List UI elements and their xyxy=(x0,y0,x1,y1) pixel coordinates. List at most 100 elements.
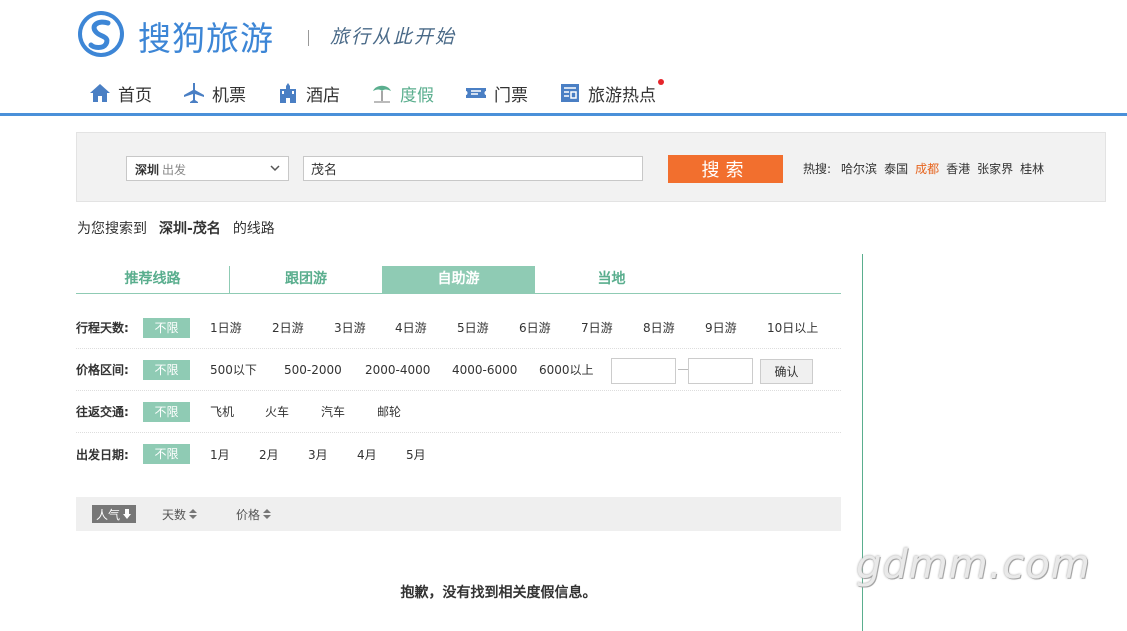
nav-item-flights[interactable]: 机票 xyxy=(182,76,246,110)
sort-label: 人气 xyxy=(96,507,121,522)
hot-label: 热搜: xyxy=(803,162,832,176)
beach-icon xyxy=(373,85,391,103)
sort-popularity[interactable]: 人气 xyxy=(92,505,137,523)
hot-searches: 热搜: 哈尔滨 泰国 成都 香港 张家界 桂林 xyxy=(803,160,1051,177)
filter-option[interactable]: 1日游 xyxy=(210,319,242,336)
filter-option[interactable]: 500-2000 xyxy=(284,363,342,377)
filter-option[interactable]: 1月 xyxy=(210,446,230,463)
departure-city: 深圳 xyxy=(135,163,160,177)
filter-option[interactable]: 10日以上 xyxy=(767,319,818,336)
sort-label: 天数 xyxy=(162,507,187,522)
chevron-down-icon xyxy=(270,165,280,172)
watermark: gdmm.com xyxy=(856,542,1091,588)
filter-option[interactable]: 8日游 xyxy=(643,319,675,336)
sort-bar: 人气 天数 价格 xyxy=(76,497,841,531)
nav-item-vacation[interactable]: 度假 xyxy=(370,76,434,110)
filter-all-button[interactable]: 不限 xyxy=(143,444,190,464)
sort-days[interactable]: 天数 xyxy=(158,505,202,523)
tab-group-tour[interactable]: 跟团游 xyxy=(229,266,382,293)
nav-item-tickets[interactable]: 门票 xyxy=(464,76,528,110)
tab-local[interactable]: 当地 xyxy=(535,266,688,293)
destination-input[interactable] xyxy=(303,156,643,181)
tab-recommended[interactable]: 推荐线路 xyxy=(76,266,229,293)
nav-item-hotspots[interactable]: 旅游热点 xyxy=(558,76,664,110)
hot-item[interactable]: 桂林 xyxy=(1020,160,1044,177)
filter-option[interactable]: 7日游 xyxy=(581,319,613,336)
filter-option[interactable]: 6日游 xyxy=(519,319,551,336)
arrow-down-icon xyxy=(123,509,132,519)
hot-item[interactable]: 泰国 xyxy=(884,160,908,177)
departure-city-select[interactable]: 深圳 出发 xyxy=(126,156,289,181)
filter-option[interactable]: 500以下 xyxy=(210,361,257,378)
filter-date: 出发日期: 不限 1月 2月 3月 4月 5月 xyxy=(76,433,841,475)
filter-option[interactable]: 2月 xyxy=(259,446,279,463)
search-panel: 深圳出发 搜索 热搜: 哈尔滨 泰国 成都 香港 张家界 桂林 xyxy=(76,132,1106,202)
filter-option[interactable]: 2日游 xyxy=(272,319,304,336)
sort-updown-icon xyxy=(189,509,198,519)
news-icon xyxy=(561,84,579,102)
filter-option[interactable]: 9日游 xyxy=(705,319,737,336)
nav-label: 首页 xyxy=(118,85,152,106)
hot-item[interactable]: 张家界 xyxy=(977,160,1013,177)
result-suffix: 的线路 xyxy=(232,221,275,237)
hot-item[interactable]: 香港 xyxy=(946,160,970,177)
filter-label: 价格区间: xyxy=(76,363,129,377)
search-button[interactable]: 搜索 xyxy=(668,155,783,183)
filter-option[interactable]: 5月 xyxy=(406,446,426,463)
ticket-icon xyxy=(466,88,486,98)
slogan: 旅行从此开始 xyxy=(330,26,457,48)
main-nav: 首页 机票 酒店 度假 门票 旅游热点 xyxy=(88,76,686,110)
nav-label: 机票 xyxy=(212,85,246,106)
price-max-input[interactable] xyxy=(688,358,753,384)
nav-item-home[interactable]: 首页 xyxy=(88,76,152,110)
filter-label: 行程天数: xyxy=(76,321,129,335)
filter-label: 出发日期: xyxy=(76,447,129,462)
departure-suffix: 出发 xyxy=(162,163,187,177)
filter-option[interactable]: 3月 xyxy=(308,446,328,463)
nav-label: 度假 xyxy=(400,85,434,106)
filter-price: 价格区间: 不限 500以下 500-2000 2000-4000 4000-6… xyxy=(76,349,841,391)
nav-item-hotels[interactable]: 酒店 xyxy=(276,76,340,110)
brand-title[interactable]: 搜狗旅游 xyxy=(138,12,274,60)
sort-price[interactable]: 价格 xyxy=(232,505,276,523)
filter-option[interactable]: 汽车 xyxy=(321,403,345,420)
brand-divider xyxy=(308,30,309,46)
tab-self-guided[interactable]: 自助游 xyxy=(382,266,535,293)
price-range-dash xyxy=(678,369,688,370)
home-icon xyxy=(90,84,110,102)
price-min-input[interactable] xyxy=(611,358,676,384)
filter-option[interactable]: 邮轮 xyxy=(377,403,401,420)
hotel-icon xyxy=(280,83,296,103)
filter-option[interactable]: 火车 xyxy=(265,403,289,420)
filter-option[interactable]: 4日游 xyxy=(395,319,427,336)
notification-dot xyxy=(658,79,664,85)
filter-option[interactable]: 4月 xyxy=(357,446,377,463)
filter-option[interactable]: 5日游 xyxy=(457,319,489,336)
nav-underline xyxy=(0,113,1127,116)
filter-option[interactable]: 4000-6000 xyxy=(452,363,517,377)
filter-all-button[interactable]: 不限 xyxy=(143,359,190,380)
sort-updown-icon xyxy=(263,509,272,519)
result-prefix: 为您搜索到 xyxy=(77,221,147,237)
nav-label: 门票 xyxy=(494,85,528,106)
hot-item[interactable]: 成都 xyxy=(915,160,939,177)
filter-all-button[interactable]: 不限 xyxy=(143,317,190,338)
sogou-logo-icon xyxy=(78,11,124,57)
nav-label: 酒店 xyxy=(306,85,340,106)
hot-item[interactable]: 哈尔滨 xyxy=(841,160,877,177)
airplane-icon xyxy=(184,83,204,103)
filter-option[interactable]: 飞机 xyxy=(210,403,234,420)
empty-result-message: 抱歉，没有找到相关度假信息。 xyxy=(400,585,597,601)
nav-label: 旅游热点 xyxy=(588,85,656,106)
filter-option[interactable]: 6000以上 xyxy=(539,361,594,378)
result-route: 深圳-茂名 xyxy=(159,221,221,237)
sort-label: 价格 xyxy=(236,507,261,522)
filter-days: 行程天数: 不限 1日游 2日游 3日游 4日游 5日游 6日游 7日游 8日游… xyxy=(76,307,841,349)
price-confirm-button[interactable]: 确认 xyxy=(760,359,813,384)
filter-option[interactable]: 3日游 xyxy=(334,319,366,336)
search-result-summary: 为您搜索到 深圳-茂名 的线路 xyxy=(77,218,275,238)
filter-all-button[interactable]: 不限 xyxy=(143,401,190,422)
filter-option[interactable]: 2000-4000 xyxy=(365,363,430,377)
filter-label: 往返交通: xyxy=(76,405,129,419)
route-tabs: 推荐线路 跟团游 自助游 当地 xyxy=(76,266,841,294)
